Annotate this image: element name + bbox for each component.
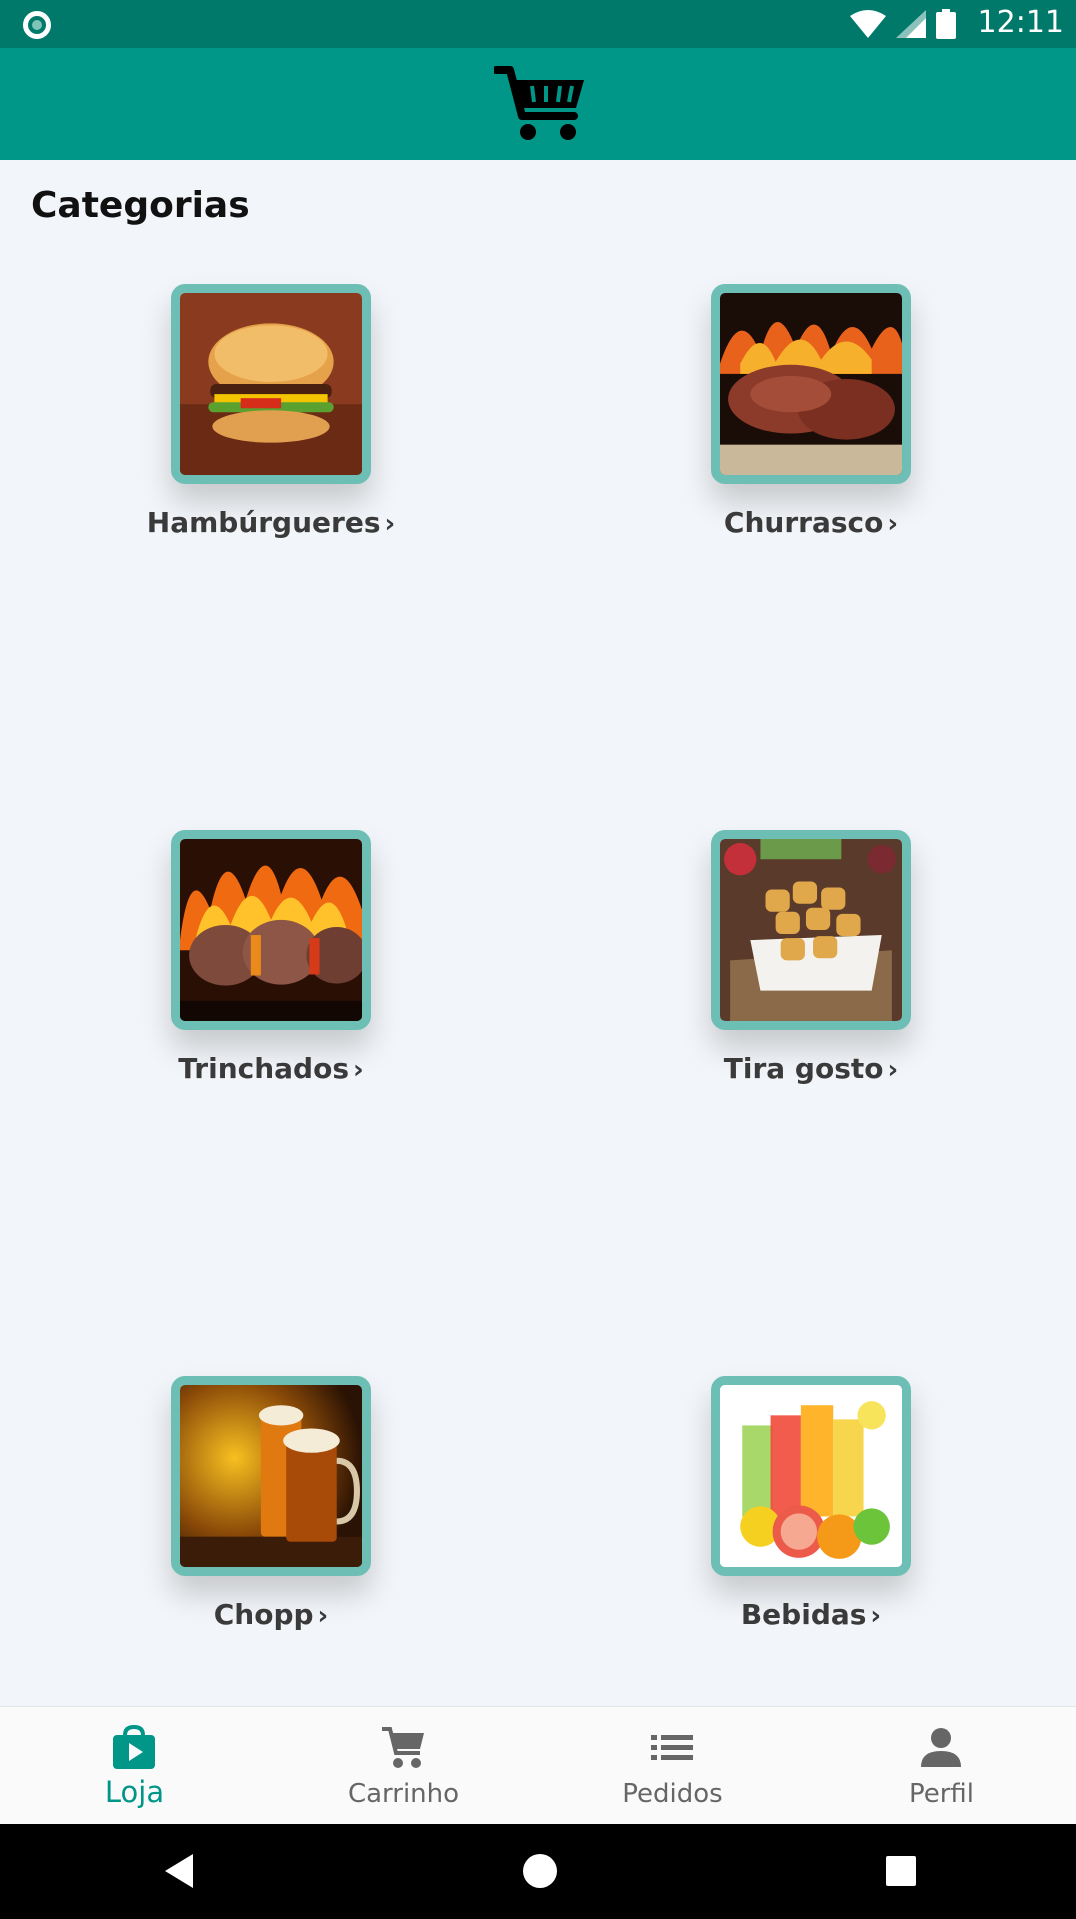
nav-label: Carrinho [347, 1779, 460, 1809]
wifi-icon [850, 10, 886, 38]
category-label: Churrasco › [723, 506, 899, 539]
nav-label: Perfil [908, 1779, 975, 1809]
category-label: Tira gosto › [723, 1052, 899, 1085]
notification-dot-icon [23, 11, 51, 39]
chevron-right-icon: › [870, 1601, 882, 1631]
chevron-right-icon: › [887, 509, 899, 539]
category-card-trinchados[interactable]: Trinchados › [71, 830, 431, 1160]
shopping-cart-icon [494, 66, 584, 140]
beer-mugs-photo [171, 1376, 371, 1576]
cart-icon [382, 1727, 424, 1768]
chevron-right-icon: › [353, 1055, 364, 1085]
category-card-churrasco[interactable]: Churrasco › [611, 284, 971, 614]
bottom-navigation: Loja Carrinho Pedidos Perfil [0, 1706, 1076, 1824]
person-icon [921, 1728, 961, 1767]
chevron-right-icon: › [384, 509, 396, 539]
category-label: Bebidas › [740, 1598, 882, 1631]
app-bar [0, 48, 1076, 160]
category-card-bebidas[interactable]: Bebidas › [611, 1376, 971, 1706]
nav-tab-perfil[interactable]: Perfil [807, 1707, 1076, 1825]
category-label: Chopp › [213, 1598, 329, 1631]
section-title: Categorias [31, 185, 250, 226]
fruit-juices-photo [711, 1376, 911, 1576]
category-card-hamburgueres[interactable]: Hambúrgueres › [71, 284, 431, 614]
back-icon[interactable] [155, 1846, 205, 1896]
grilled-meat-photo [711, 284, 911, 484]
status-icons [850, 8, 956, 40]
store-bag-icon [113, 1725, 155, 1769]
category-card-chopp[interactable]: Chopp › [71, 1376, 431, 1706]
recents-icon[interactable] [876, 1846, 926, 1896]
list-icon [651, 1735, 693, 1760]
nav-tab-carrinho[interactable]: Carrinho [269, 1707, 538, 1825]
nav-label: Loja [104, 1775, 165, 1809]
nav-label: Pedidos [622, 1779, 723, 1809]
category-label: Hambúrgueres › [146, 506, 396, 539]
status-bar: 12:11 [0, 0, 1076, 48]
fried-snacks-photo [711, 830, 911, 1030]
chevron-right-icon: › [317, 1601, 329, 1631]
category-card-tira-gosto[interactable]: Tira gosto › [611, 830, 971, 1160]
system-navigation-bar [0, 1824, 1076, 1919]
home-icon[interactable] [515, 1846, 565, 1896]
nav-tab-pedidos[interactable]: Pedidos [538, 1707, 807, 1825]
cell-signal-icon [896, 10, 926, 38]
clock: 12:11 [977, 5, 1064, 40]
meat-skewer-fire-photo [171, 830, 371, 1030]
battery-icon [936, 9, 956, 39]
burger-photo [171, 284, 371, 484]
category-label: Trinchados › [178, 1052, 364, 1085]
nav-tab-loja[interactable]: Loja [0, 1707, 269, 1825]
chevron-right-icon: › [887, 1055, 899, 1085]
